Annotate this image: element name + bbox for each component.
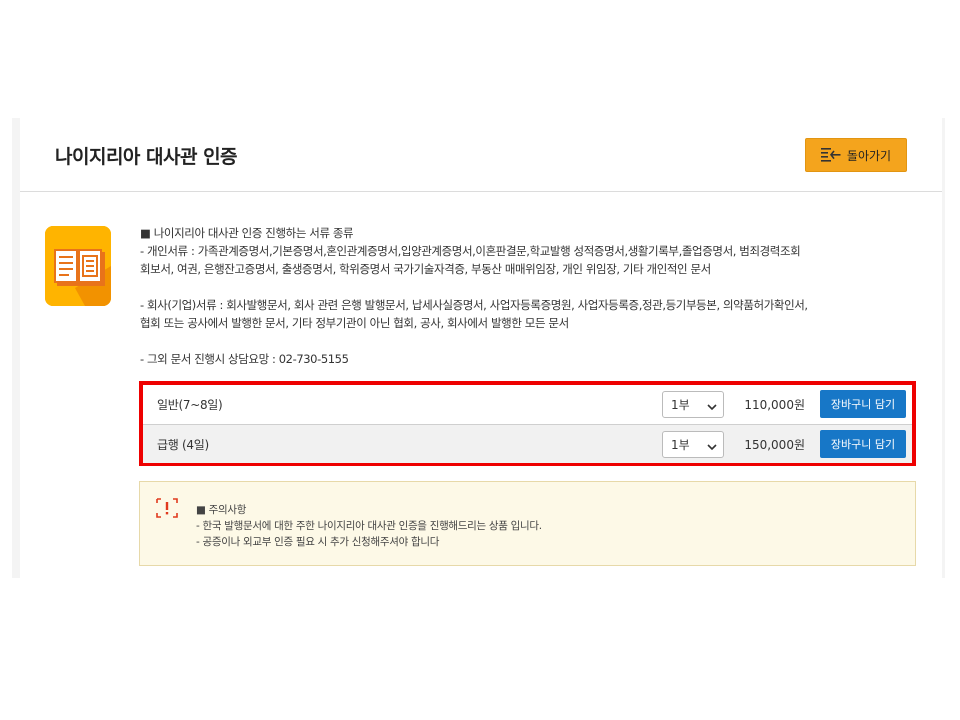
back-button-label: 돌아가기 — [846, 148, 892, 163]
option-row: 급행 (4일) 1부 150,000원 장바구니 담기 — [143, 424, 912, 463]
option-price: 150,000원 — [744, 437, 805, 452]
quantity-select[interactable]: 1부 — [662, 391, 724, 418]
notice-text: ■ 주의사항 - 한국 발행문서에 대한 주한 나이지리아 대사관 인증을 진행… — [196, 502, 542, 550]
chevron-down-icon — [707, 400, 717, 414]
option-name: 급행 (4일) — [157, 437, 209, 452]
page-header: 나이지리아 대사관 인증 돌아가기 — [20, 118, 942, 192]
option-name: 일반(7~8일) — [157, 398, 223, 412]
chevron-down-icon — [707, 440, 717, 454]
info-heading: ■ 나이지리아 대사관 인증 진행하는 서류 종류 — [140, 226, 354, 240]
quantity-select[interactable]: 1부 — [662, 431, 724, 458]
page-title: 나이지리아 대사관 인증 — [55, 146, 238, 168]
personal-docs-line1: - 개인서류 : 가족관계증명서,기본증명서,혼인관계증명서,입양관계증명서,이… — [140, 244, 801, 258]
quantity-value: 1부 — [671, 398, 690, 412]
notice-box: ■ 주의사항 - 한국 발행문서에 대한 주한 나이지리아 대사관 인증을 진행… — [139, 481, 916, 566]
notice-heading: ■ 주의사항 — [196, 504, 247, 516]
company-docs-line2: 협회 또는 공사에서 발행한 문서, 기타 정부기관이 아닌 협회, 공사, 회… — [140, 316, 569, 330]
list-back-icon — [820, 147, 841, 163]
quantity-value: 1부 — [671, 438, 690, 452]
notice-line1: - 한국 발행문서에 대한 주한 나이지리아 대사관 인증을 진행해드리는 상품… — [196, 520, 542, 532]
content-panel: 나이지리아 대사관 인증 돌아가기 ■ 나이지리아 대사관 인증 진행하는 서류… — [12, 118, 945, 578]
warning-icon — [156, 498, 178, 522]
contact-line: - 그외 문서 진행시 상담요망 : 02-730-5155 — [140, 352, 349, 366]
content-card: 나이지리아 대사관 인증 돌아가기 ■ 나이지리아 대사관 인증 진행하는 서류… — [20, 118, 942, 578]
notice-line2: - 공증이나 외교부 인증 필요 시 추가 신청해주셔야 합니다 — [196, 536, 440, 548]
document-book-icon — [45, 226, 111, 306]
option-row: 일반(7~8일) 1부 110,000원 장바구니 담기 — [143, 385, 912, 424]
option-price: 110,000원 — [744, 398, 805, 412]
document-info: ■ 나이지리아 대사관 인증 진행하는 서류 종류 - 개인서류 : 가족관계증… — [140, 224, 930, 368]
add-to-cart-button[interactable]: 장바구니 담기 — [820, 430, 906, 458]
options-table: 일반(7~8일) 1부 110,000원 장바구니 담기 급행 (4일) 1부 — [139, 381, 916, 466]
company-docs-line1: - 회사(기업)서류 : 회사발행문서, 회사 관련 은행 발행문서, 납세사실… — [140, 298, 808, 312]
add-to-cart-button[interactable]: 장바구니 담기 — [820, 390, 906, 418]
back-button[interactable]: 돌아가기 — [805, 138, 907, 172]
personal-docs-line2: 회보서, 여권, 은행잔고증명서, 출생증명서, 학위증명서 국가기술자격증, … — [140, 262, 711, 276]
